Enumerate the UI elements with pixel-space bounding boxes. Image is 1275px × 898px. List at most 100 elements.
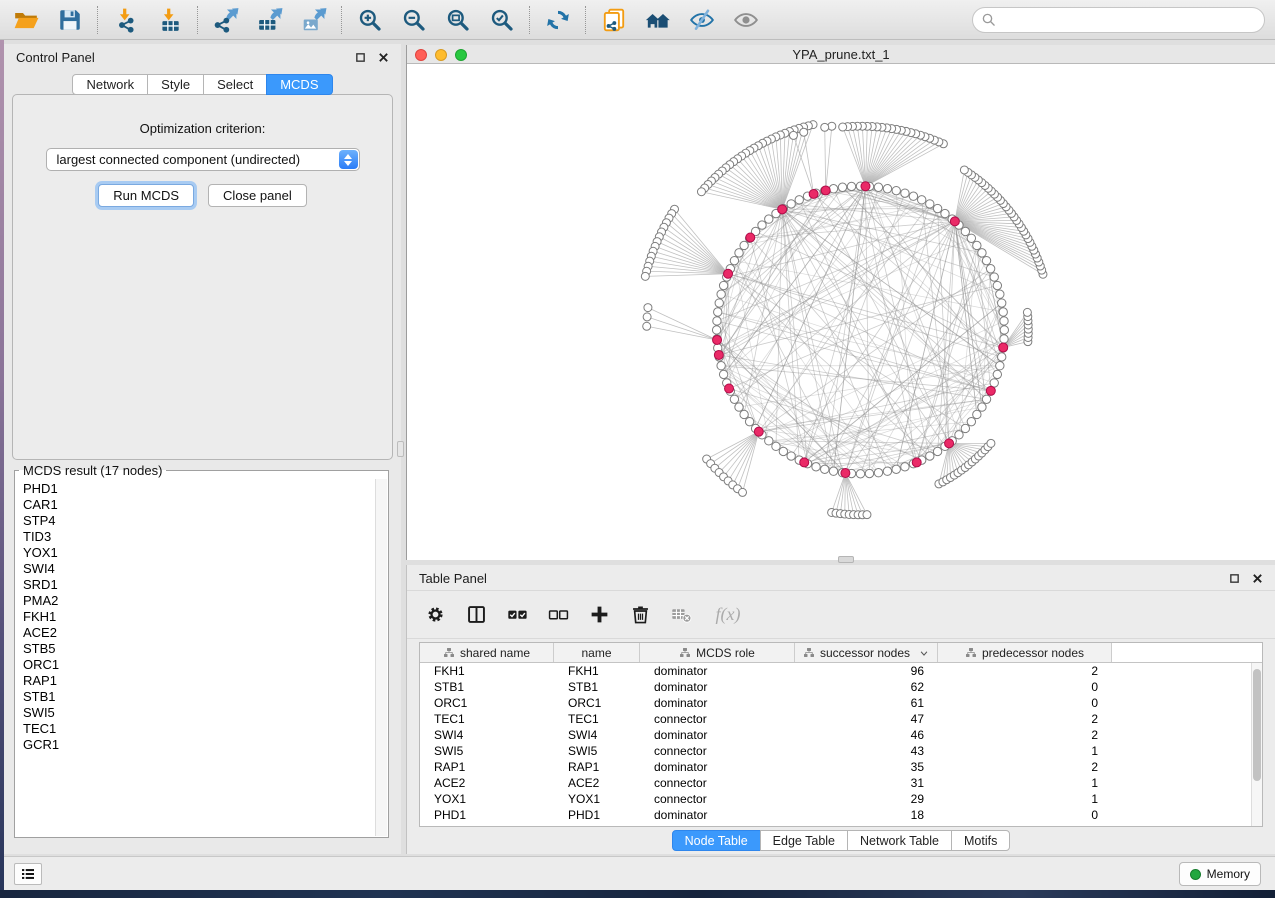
tree-icon — [803, 647, 815, 659]
search-box[interactable] — [972, 7, 1265, 33]
home-icon[interactable] — [644, 6, 671, 33]
close-window-button[interactable] — [415, 49, 427, 61]
table-scrollbar[interactable] — [1251, 663, 1262, 826]
close-panel-icon[interactable] — [378, 52, 389, 63]
sort-chevron-icon — [919, 648, 929, 658]
cell-shared-name: ACE2 — [420, 776, 554, 790]
open-folder-icon[interactable] — [12, 6, 39, 33]
table-row[interactable]: YOX1YOX1connector291 — [420, 791, 1262, 807]
mcds-result-item[interactable]: CAR1 — [23, 497, 388, 513]
select-all-icon[interactable] — [506, 604, 528, 626]
column-header-filler — [1112, 643, 1262, 662]
column-header-predecessor-nodes[interactable]: predecessor nodes — [938, 643, 1112, 662]
network-canvas[interactable] — [407, 64, 1275, 560]
mcds-result-item[interactable]: YOX1 — [23, 545, 388, 561]
list-icon — [20, 866, 36, 882]
mcds-result-item[interactable]: STP4 — [23, 513, 388, 529]
mcds-result-item[interactable]: STB5 — [23, 641, 388, 657]
delete-icon[interactable] — [629, 604, 651, 626]
control-panel-title: Control Panel — [16, 50, 95, 65]
tab-edge-table[interactable]: Edge Table — [760, 830, 848, 851]
zoom-fit-icon[interactable] — [444, 6, 471, 33]
cell-MCDS-role: connector — [640, 776, 795, 790]
cell-successor-nodes: 35 — [795, 760, 938, 774]
show-eye-icon[interactable] — [732, 6, 759, 33]
toolbar-separator — [97, 6, 98, 34]
mcds-result-item[interactable]: TID3 — [23, 529, 388, 545]
refresh-icon[interactable] — [544, 6, 571, 33]
tab-select[interactable]: Select — [203, 74, 267, 95]
network-graph[interactable] — [407, 64, 1275, 560]
cell-name: ACE2 — [554, 776, 640, 790]
column-header-MCDS-role[interactable]: MCDS role — [640, 643, 795, 662]
mcds-list-scrollbar[interactable] — [375, 479, 387, 836]
zoom-selected-icon[interactable] — [488, 6, 515, 33]
search-input[interactable] — [998, 10, 1264, 30]
criterion-dropdown[interactable]: largest connected component (undirected) — [46, 148, 360, 171]
cell-MCDS-role: dominator — [640, 760, 795, 774]
column-header-shared-name[interactable]: shared name — [420, 643, 554, 662]
close-panel-button[interactable]: Close panel — [208, 184, 307, 207]
tab-motifs[interactable]: Motifs — [951, 830, 1010, 851]
export-table-icon[interactable] — [256, 6, 283, 33]
export-network-icon[interactable] — [212, 6, 239, 33]
zoom-in-icon[interactable] — [356, 6, 383, 33]
import-table-icon[interactable] — [156, 6, 183, 33]
tab-node-table[interactable]: Node Table — [672, 830, 761, 851]
task-history-button[interactable] — [14, 863, 42, 885]
mcds-result-item[interactable]: ACE2 — [23, 625, 388, 641]
table-row[interactable]: ORC1ORC1dominator610 — [420, 695, 1262, 711]
tab-network[interactable]: Network — [72, 74, 148, 95]
table-row[interactable]: PHD1PHD1dominator180 — [420, 807, 1262, 823]
mcds-result-item[interactable]: TEC1 — [23, 721, 388, 737]
control-panel-titlebar: Control Panel — [4, 44, 401, 70]
column-header-successor-nodes[interactable]: successor nodes — [795, 643, 938, 662]
table-row[interactable]: TEC1TEC1connector472 — [420, 711, 1262, 727]
run-mcds-button[interactable]: Run MCDS — [98, 184, 194, 207]
column-header-name[interactable]: name — [554, 643, 640, 662]
table-row[interactable]: RAP1RAP1dominator352 — [420, 759, 1262, 775]
table-row[interactable]: STB1STB1dominator620 — [420, 679, 1262, 695]
mcds-result-item[interactable]: FKH1 — [23, 609, 388, 625]
import-network-icon[interactable] — [112, 6, 139, 33]
search-icon — [980, 11, 998, 29]
table-row[interactable]: SWI5SWI5connector431 — [420, 743, 1262, 759]
clone-network-icon[interactable] — [600, 6, 627, 33]
mcds-result-item[interactable]: PHD1 — [23, 481, 388, 497]
float-panel-icon[interactable] — [355, 52, 366, 63]
table-scrollbar-thumb[interactable] — [1253, 669, 1261, 781]
maximize-window-button[interactable] — [455, 49, 467, 61]
tab-mcds[interactable]: MCDS — [266, 74, 332, 95]
main-toolbar — [0, 0, 1275, 40]
save-icon[interactable] — [56, 6, 83, 33]
tab-style[interactable]: Style — [147, 74, 204, 95]
mcds-result-item[interactable]: SWI5 — [23, 705, 388, 721]
settings-gear-icon[interactable] — [424, 604, 446, 626]
dropdown-stepper-icon — [339, 150, 358, 169]
float-panel-icon[interactable] — [1229, 573, 1240, 584]
deselect-all-icon[interactable] — [547, 604, 569, 626]
horizontal-splitter-grabber[interactable] — [838, 556, 854, 563]
zoom-out-icon[interactable] — [400, 6, 427, 33]
export-image-icon[interactable] — [300, 6, 327, 33]
mcds-result-item[interactable]: SRD1 — [23, 577, 388, 593]
vertical-splitter-grabber[interactable] — [397, 441, 404, 457]
minimize-window-button[interactable] — [435, 49, 447, 61]
mcds-result-item[interactable]: ORC1 — [23, 657, 388, 673]
mcds-result-item[interactable]: SWI4 — [23, 561, 388, 577]
table-row[interactable]: FKH1FKH1dominator962 — [420, 663, 1262, 679]
table-row[interactable]: ACE2ACE2connector311 — [420, 775, 1262, 791]
hide-eye-icon[interactable] — [688, 6, 715, 33]
columns-icon[interactable] — [465, 604, 487, 626]
mcds-result-item[interactable]: STB1 — [23, 689, 388, 705]
optimization-criterion-label: Optimization criterion: — [13, 121, 392, 136]
add-icon[interactable] — [588, 604, 610, 626]
tab-network-table[interactable]: Network Table — [847, 830, 952, 851]
table-body: FKH1FKH1dominator962STB1STB1dominator620… — [420, 663, 1262, 823]
memory-button[interactable]: Memory — [1179, 862, 1261, 886]
table-row[interactable]: SWI4SWI4dominator462 — [420, 727, 1262, 743]
close-panel-icon[interactable] — [1252, 573, 1263, 584]
mcds-result-item[interactable]: RAP1 — [23, 673, 388, 689]
mcds-result-item[interactable]: GCR1 — [23, 737, 388, 753]
mcds-result-item[interactable]: PMA2 — [23, 593, 388, 609]
